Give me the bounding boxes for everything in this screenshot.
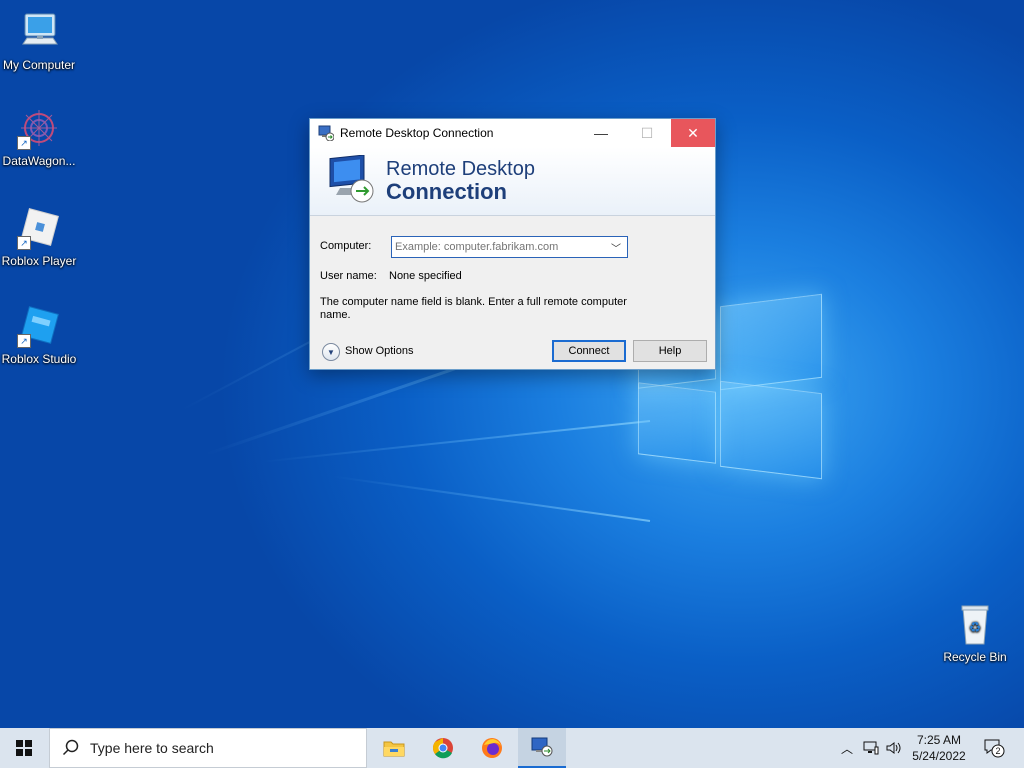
datawagon-icon: ↗: [17, 106, 61, 150]
chevron-down-icon[interactable]: ﹀: [607, 238, 625, 256]
remote-desktop-icon: [318, 125, 334, 141]
taskbar-search-box[interactable]: Type here to search: [49, 728, 367, 768]
taskbar-firefox[interactable]: [470, 728, 514, 768]
windows-start-icon: [16, 740, 32, 756]
network-status[interactable]: [861, 728, 881, 768]
desktop-icon-recycle-bin[interactable]: ♻ Recycle Bin: [936, 602, 1014, 664]
taskbar-clock[interactable]: 7:25 AM 5/24/2022: [906, 732, 972, 764]
notification-icon: 2: [984, 739, 1005, 758]
start-button[interactable]: [0, 728, 48, 768]
dialog-banner: Remote Desktop Connection: [310, 147, 715, 216]
network-icon: [863, 741, 879, 755]
firefox-icon: [482, 738, 502, 758]
computer-input[interactable]: [392, 238, 605, 256]
close-button[interactable]: ✕: [671, 119, 715, 147]
dialog-titlebar[interactable]: Remote Desktop Connection — ☐ ✕: [310, 119, 715, 147]
wallpaper-beam: [332, 475, 651, 522]
taskbar: Type here to search ︿ 7:25 AM 5/24/2022 …: [0, 728, 1024, 768]
username-label: User name:: [320, 270, 377, 282]
speaker-icon: [886, 742, 901, 754]
windows-logo-pane: [638, 382, 716, 464]
chevron-up-icon: ︿: [840, 741, 853, 756]
taskbar-chrome[interactable]: [421, 728, 465, 768]
clock-time: 7:25 AM: [916, 733, 962, 747]
file-explorer-icon: [383, 741, 405, 757]
wallpaper-beam: [262, 420, 651, 463]
show-options-expand-icon[interactable]: ▼: [322, 343, 340, 361]
help-button[interactable]: Help: [633, 340, 707, 362]
desktop-icon-roblox-player[interactable]: ↗ Roblox Player: [0, 206, 78, 268]
show-hidden-icons[interactable]: ︿: [839, 728, 855, 768]
help-button-label: Help: [658, 345, 682, 357]
desktop-icon-label: DataWagon...: [2, 154, 76, 168]
info-message: The computer name field is blank. Enter …: [320, 296, 627, 321]
search-placeholder: Type here to search: [90, 740, 214, 756]
desktop-icon-my-computer[interactable]: My Computer: [0, 10, 78, 72]
windows-logo-pane: [720, 293, 822, 391]
search-icon: [62, 739, 79, 756]
remote-desktop-icon: [329, 155, 374, 203]
desktop-icon-roblox-studio[interactable]: ↗ Roblox Studio: [0, 304, 78, 366]
desktop: My Computer ↗ DataWagon... ↗ Roblox Play…: [0, 0, 1024, 728]
username-value: None specified: [389, 270, 462, 282]
banner-title-line1: Remote Desktop: [386, 158, 535, 180]
taskbar-remote-desktop[interactable]: [518, 728, 566, 768]
desktop-icon-label: Roblox Player: [1, 254, 77, 268]
connect-button-label: Connect: [568, 345, 610, 357]
computer-label: Computer:: [320, 240, 372, 252]
computer-combobox[interactable]: ﹀: [391, 236, 628, 258]
shortcut-arrow-icon: ↗: [17, 236, 31, 250]
taskbar-file-explorer[interactable]: [372, 728, 416, 768]
show-options-link[interactable]: Show Options: [345, 345, 413, 357]
dialog-title: Remote Desktop Connection: [340, 126, 494, 140]
maximize-button[interactable]: ☐: [625, 119, 669, 147]
action-center-button[interactable]: 2: [978, 728, 1010, 768]
shortcut-arrow-icon: ↗: [17, 334, 31, 348]
remote-desktop-icon: [531, 737, 553, 757]
connect-button[interactable]: Connect: [552, 340, 626, 362]
desktop-icon-label: Roblox Studio: [1, 352, 77, 366]
desktop-icon-datawagon[interactable]: ↗ DataWagon...: [0, 106, 78, 168]
shortcut-arrow-icon: ↗: [17, 136, 31, 150]
clock-date: 5/24/2022: [912, 749, 966, 763]
desktop-icon-label: My Computer: [2, 58, 76, 72]
remote-desktop-dialog: Remote Desktop Connection — ☐ ✕ Remote D…: [309, 118, 716, 370]
chrome-icon: [433, 738, 453, 759]
volume-control[interactable]: [884, 728, 904, 768]
minimize-button[interactable]: —: [579, 119, 623, 147]
svg-text:♻: ♻: [969, 620, 982, 636]
computer-icon: [17, 10, 61, 54]
windows-logo-pane: [720, 380, 822, 480]
banner-title-line2: Connection: [386, 179, 507, 204]
close-icon: ✕: [687, 124, 699, 141]
roblox-player-icon: ↗: [17, 206, 61, 250]
recycle-bin-icon: ♻: [953, 602, 997, 646]
maximize-icon: ☐: [640, 124, 654, 141]
roblox-studio-icon: ↗: [17, 304, 61, 348]
notification-count: 2: [995, 746, 1000, 756]
minimize-icon: —: [594, 125, 608, 141]
desktop-icon-label: Recycle Bin: [943, 650, 1007, 664]
